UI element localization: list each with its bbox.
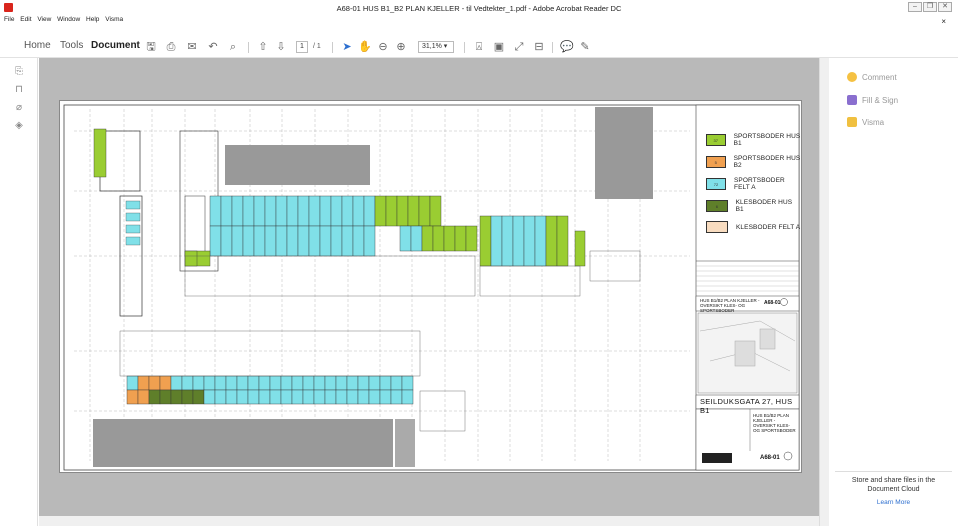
horizontal-scrollbar[interactable] [39,516,819,526]
floor-plan-svg [63,104,813,471]
fit-page-icon[interactable]: ⍓ [472,40,486,54]
sign-pen-icon[interactable]: ✎ [578,40,592,54]
sheet-title: HUS B1/B2 PLAN KJELLER - OVERSIKT KLES- … [753,413,796,433]
menu-file[interactable]: File [4,16,14,23]
fill-sign-icon [847,95,857,105]
comment-tool-icon[interactable]: 💬 [560,40,574,54]
menu-bar: File Edit View Window Help Visma × [0,16,958,28]
legend-swatch: 37 [706,134,726,146]
bookmarks-icon[interactable]: ⊓ [13,84,25,96]
zoom-value: 31,1% [422,43,442,50]
fullscreen-icon[interactable]: ⤢ [512,40,526,54]
layers-icon[interactable]: ◈ [13,120,25,132]
print-icon[interactable]: ⎙ [164,40,178,54]
menu-window[interactable]: Window [57,16,80,23]
legend-swatch: 6 [706,200,728,212]
read-mode-icon[interactable]: ⊟ [532,40,546,54]
document-cloud-promo: Store and share files in the Document Cl… [851,477,936,493]
legend-item-sportsboder-b1: 37 SPORTSBODER HUS B1 [706,133,801,147]
visma-tool[interactable]: Visma [847,117,884,127]
floor-plan-drawing: 37 SPORTSBODER HUS B1 5 SPORTSBODER HUS … [59,100,813,473]
tab-tools[interactable]: Tools [60,40,83,51]
fill-sign-tool[interactable]: Fill & Sign [847,95,898,105]
zoom-in-icon[interactable]: ⊕ [394,40,408,54]
menu-view[interactable]: View [37,16,51,23]
zoom-level-select[interactable]: 31,1% ▾ [418,41,454,53]
window-controls: – ❐ ✕ [908,2,952,12]
comment-icon [847,72,857,82]
legend-label: SPORTSBODER HUS B1 [733,133,801,147]
next-page-icon[interactable]: ⇩ [274,40,288,54]
search-icon[interactable]: ⌕ [226,40,240,54]
legend-item-klesboder-felt-a: KLESBODER FELT A [706,221,800,233]
page-number-input[interactable]: 1 [296,41,308,53]
left-navigation-rail: ⎘ ⊓ ⌀ ◈ [0,58,38,526]
comment-tool[interactable]: Comment [847,72,897,82]
legend-label: SPORTSBODER HUS B2 [733,155,801,169]
maximize-button[interactable]: ❐ [923,2,937,12]
previous-page-icon[interactable]: ⇧ [256,40,270,54]
attachments-icon[interactable]: ⌀ [13,102,25,114]
sheet-number-small: A68-01 [764,300,781,306]
panel-divider [835,471,952,472]
learn-more-link[interactable]: Learn More [829,499,958,506]
undo-icon[interactable]: ↶ [206,40,220,54]
legend-item-sportsboder-b2: 5 SPORTSBODER HUS B2 [706,155,801,169]
page-count: / 1 [313,43,321,50]
sheet-number: A68-01 [760,455,780,461]
tool-bar: Home Tools Document 🖫 ⎙ ✉ ↶ ⌕ ⇧ ⇩ 1 / 1 … [0,36,958,58]
menu-help[interactable]: Help [86,16,99,23]
legend-label: KLESBODER FELT A [736,223,801,231]
close-document-icon[interactable]: × [941,17,946,26]
folder-icon [847,117,857,127]
email-icon[interactable]: ✉ [185,40,199,54]
legend-label: KLESBODER HUS B1 [735,199,793,213]
menu-edit[interactable]: Edit [20,16,31,23]
right-tools-panel: Comment Fill & Sign Visma Store and shar… [829,58,958,526]
close-window-button[interactable]: ✕ [938,2,952,12]
legend-swatch [706,221,728,233]
vertical-scrollbar[interactable] [819,58,829,526]
page-thumbnails-icon[interactable]: ⎘ [13,66,25,78]
fill-sign-label: Fill & Sign [862,95,899,105]
tab-document[interactable]: Document [91,40,140,51]
hand-tool-icon[interactable]: ✋ [358,40,372,54]
select-cursor-icon[interactable]: ➤ [340,40,354,54]
tab-home[interactable]: Home [24,40,51,51]
legend-item-klesboder-b1: 6 KLESBODER HUS B1 [706,199,801,213]
legend-label: SPORTSBODER FELT A [734,177,785,191]
legend-swatch: 72 [706,178,726,190]
save-icon[interactable]: 🖫 [144,40,158,54]
visma-label: Visma [862,117,885,127]
window-title: A68-01 HUS B1_B2 PLAN KJELLER - til Vedt… [336,4,622,13]
scrolling-mode-icon[interactable]: ▣ [492,40,506,54]
sheet-title-small: HUS B1/B2 PLAN KJELLER - OVERSIKT KLES- … [700,298,760,313]
comment-label: Comment [862,72,897,82]
zoom-out-icon[interactable]: ⊖ [376,40,390,54]
minimize-button[interactable]: – [908,2,922,12]
window-titlebar: A68-01 HUS B1_B2 PLAN KJELLER - til Vedt… [0,0,958,16]
menu-visma[interactable]: Visma [105,16,123,23]
legend-swatch: 5 [706,156,726,168]
legend-item-sportsboder-felt-a: 72 SPORTSBODER FELT A [706,177,801,191]
